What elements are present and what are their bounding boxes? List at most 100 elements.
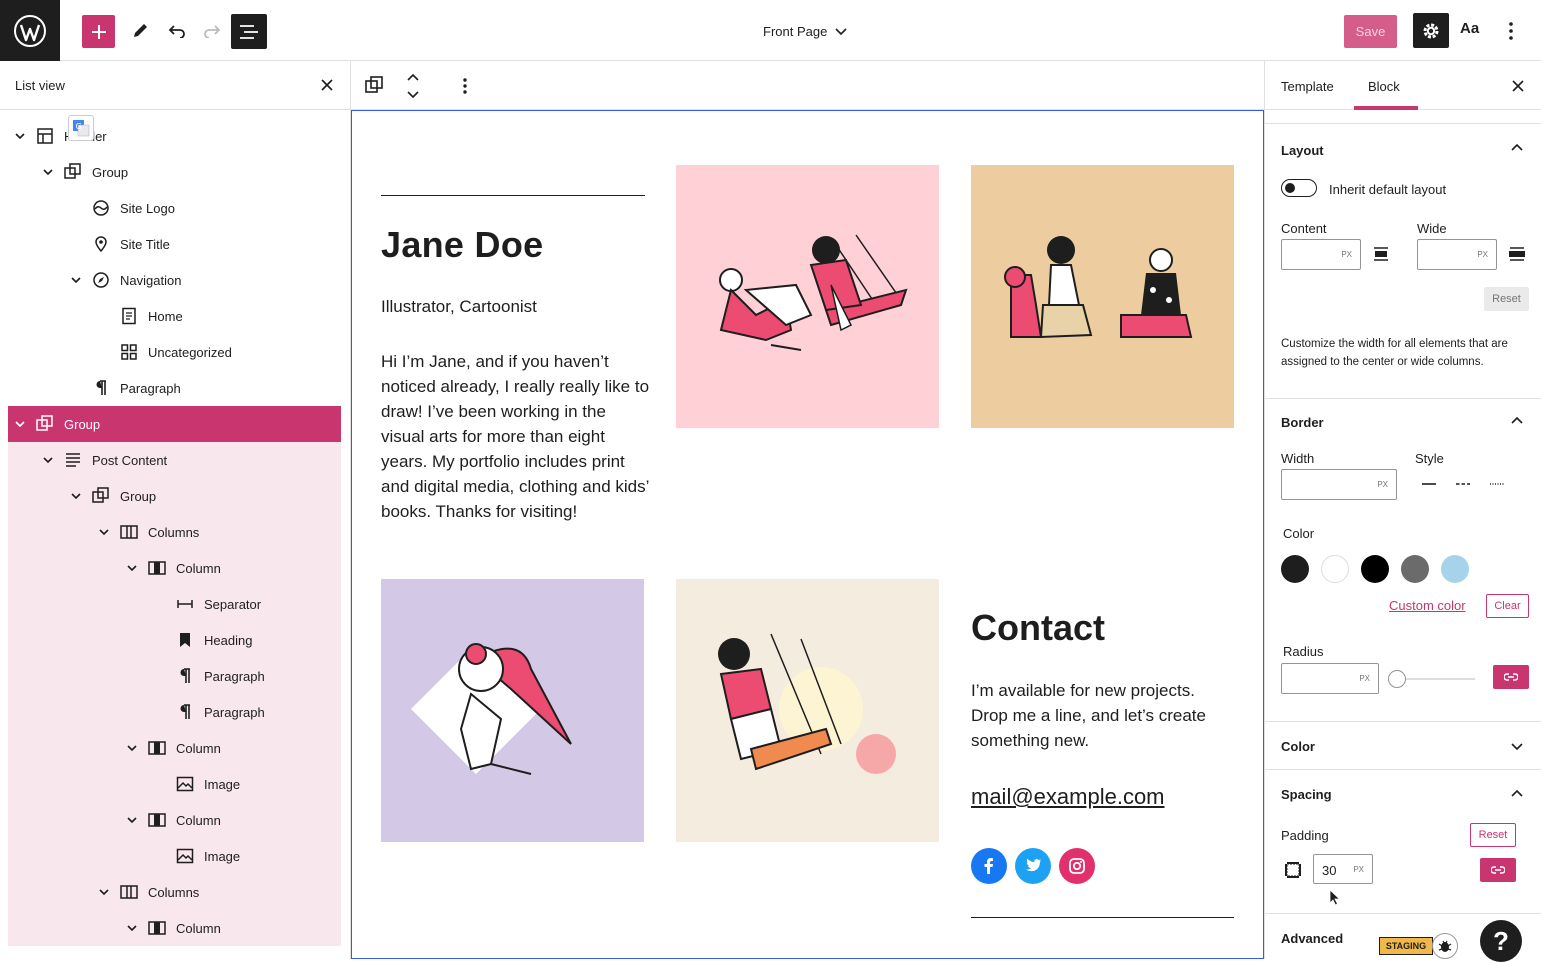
twitter-icon[interactable] — [1015, 848, 1051, 884]
document-title-dropdown[interactable]: Front Page — [763, 24, 847, 39]
tab-template[interactable]: Template — [1281, 79, 1334, 94]
color-swatch-gray[interactable] — [1401, 555, 1429, 583]
settings-button[interactable] — [1413, 13, 1449, 48]
chevron-down-icon[interactable] — [126, 562, 138, 574]
list-view-item[interactable]: Paragraph — [8, 658, 341, 694]
list-view-item[interactable]: Image — [8, 838, 341, 874]
chevron-down-icon[interactable] — [14, 418, 26, 430]
chevron-down-icon[interactable] — [1511, 743, 1523, 751]
layout-reset-button[interactable]: Reset — [1484, 287, 1529, 311]
close-sidebar-icon[interactable] — [1511, 79, 1525, 93]
contact-paragraph[interactable]: I’m available for new projects. Drop me … — [971, 678, 1233, 753]
chevron-down-icon[interactable] — [42, 166, 54, 178]
styles-button[interactable]: Aa — [1460, 20, 1479, 37]
tools-button[interactable] — [123, 14, 157, 48]
list-view-item[interactable]: Columns — [8, 514, 341, 550]
chevron-down-icon[interactable] — [98, 526, 110, 538]
editor-canvas[interactable]: Jane Doe Illustrator, Cartoonist Hi I’m … — [351, 110, 1264, 959]
list-view-item[interactable]: Group — [8, 154, 341, 190]
translate-extension-icon[interactable]: G — [68, 115, 94, 141]
list-view-item[interactable]: Site Title — [8, 226, 341, 262]
list-view-item[interactable]: Post Content — [8, 442, 341, 478]
list-view-toggle[interactable] — [231, 14, 267, 49]
border-dashed-icon[interactable] — [1455, 481, 1471, 487]
chevron-down-icon[interactable] — [42, 454, 54, 466]
list-view-item[interactable]: Group — [8, 406, 341, 442]
chevron-down-icon[interactable] — [126, 814, 138, 826]
facebook-icon[interactable] — [971, 848, 1007, 884]
chevron-up-icon[interactable] — [1511, 789, 1523, 797]
group-block-icon[interactable] — [365, 76, 383, 94]
image-block-dog-friends[interactable] — [971, 165, 1234, 428]
options-menu-button[interactable] — [1500, 18, 1522, 44]
radius-slider-track[interactable] — [1397, 678, 1475, 680]
chevron-down-icon[interactable] — [126, 922, 138, 934]
save-button[interactable]: Save — [1344, 15, 1397, 48]
list-view-item[interactable]: Column — [8, 730, 341, 766]
move-up-down-icon[interactable] — [406, 73, 420, 99]
color-swatch-black[interactable] — [1361, 555, 1389, 583]
color-swatch-white[interactable] — [1321, 555, 1349, 583]
color-swatch-light-blue[interactable] — [1441, 555, 1469, 583]
inherit-layout-toggle[interactable] — [1281, 179, 1317, 197]
separator-block-bottom[interactable] — [971, 917, 1234, 918]
wordpress-logo-button[interactable] — [0, 0, 60, 61]
list-view-item[interactable]: Paragraph — [8, 370, 341, 406]
list-view-item[interactable]: Separator — [8, 586, 341, 622]
tab-block[interactable]: Block — [1368, 79, 1400, 94]
padding-input[interactable]: 30 PX — [1313, 854, 1373, 884]
border-radius-input[interactable]: PX — [1281, 663, 1379, 694]
spacing-panel-title[interactable]: Spacing — [1281, 787, 1332, 802]
color-swatch-dark[interactable] — [1281, 555, 1309, 583]
block-options-icon[interactable] — [454, 75, 476, 97]
chevron-down-icon[interactable] — [70, 274, 82, 286]
padding-reset-button[interactable]: Reset — [1470, 823, 1516, 847]
list-view-item[interactable]: Columns — [8, 874, 341, 910]
radius-link-button[interactable] — [1493, 665, 1529, 689]
list-view-item[interactable]: Column — [8, 550, 341, 586]
border-panel-title[interactable]: Border — [1281, 415, 1324, 430]
chevron-up-icon[interactable] — [1511, 416, 1523, 424]
radius-slider-thumb[interactable] — [1388, 670, 1406, 688]
heading-block[interactable]: Jane Doe — [381, 224, 543, 266]
list-view-item[interactable]: Image — [8, 766, 341, 802]
chevron-up-icon[interactable] — [1511, 143, 1523, 151]
close-list-view-icon[interactable] — [320, 78, 334, 92]
custom-color-link[interactable]: Custom color — [1389, 598, 1466, 613]
list-view-item[interactable]: Group — [8, 478, 341, 514]
separator-block[interactable] — [381, 195, 645, 196]
clear-color-button[interactable]: Clear — [1486, 594, 1529, 618]
add-block-button[interactable] — [82, 15, 115, 48]
chevron-down-icon[interactable] — [14, 130, 26, 142]
color-panel-title[interactable]: Color — [1281, 739, 1315, 754]
list-view-item[interactable]: Column — [8, 802, 341, 838]
list-view-item[interactable]: Header — [8, 118, 341, 154]
instagram-icon[interactable] — [1059, 848, 1095, 884]
contact-heading[interactable]: Contact — [971, 607, 1105, 649]
subtitle-paragraph[interactable]: Illustrator, Cartoonist — [381, 297, 537, 317]
layout-panel-title[interactable]: Layout — [1281, 143, 1324, 158]
border-width-input[interactable]: PX — [1281, 469, 1397, 500]
content-width-input[interactable]: PX — [1281, 239, 1361, 270]
list-view-item[interactable]: Site Logo — [8, 190, 341, 226]
list-view-item[interactable]: Column — [8, 910, 341, 946]
bug-report-icon[interactable] — [1432, 933, 1458, 959]
chevron-down-icon[interactable] — [70, 490, 82, 502]
advanced-panel-title[interactable]: Advanced — [1281, 931, 1343, 946]
redo-button[interactable] — [195, 14, 229, 48]
help-button[interactable]: ? — [1480, 920, 1522, 962]
image-block-icecream[interactable] — [381, 579, 644, 842]
image-block-swing-boy[interactable] — [676, 165, 939, 428]
list-view-item[interactable]: Paragraph — [8, 694, 341, 730]
list-view-item[interactable]: Heading — [8, 622, 341, 658]
border-solid-icon[interactable] — [1421, 481, 1437, 487]
wide-width-input[interactable]: PX — [1417, 239, 1497, 270]
chevron-down-icon[interactable] — [126, 742, 138, 754]
undo-button[interactable] — [160, 14, 194, 48]
list-view-item[interactable]: Navigation — [8, 262, 341, 298]
padding-link-button[interactable] — [1480, 858, 1516, 882]
image-block-swing-girl[interactable] — [676, 579, 939, 842]
bio-paragraph[interactable]: Hi I’m Jane, and if you haven’t noticed … — [381, 349, 651, 524]
chevron-down-icon[interactable] — [98, 886, 110, 898]
list-view-item[interactable]: Uncategorized — [8, 334, 341, 370]
